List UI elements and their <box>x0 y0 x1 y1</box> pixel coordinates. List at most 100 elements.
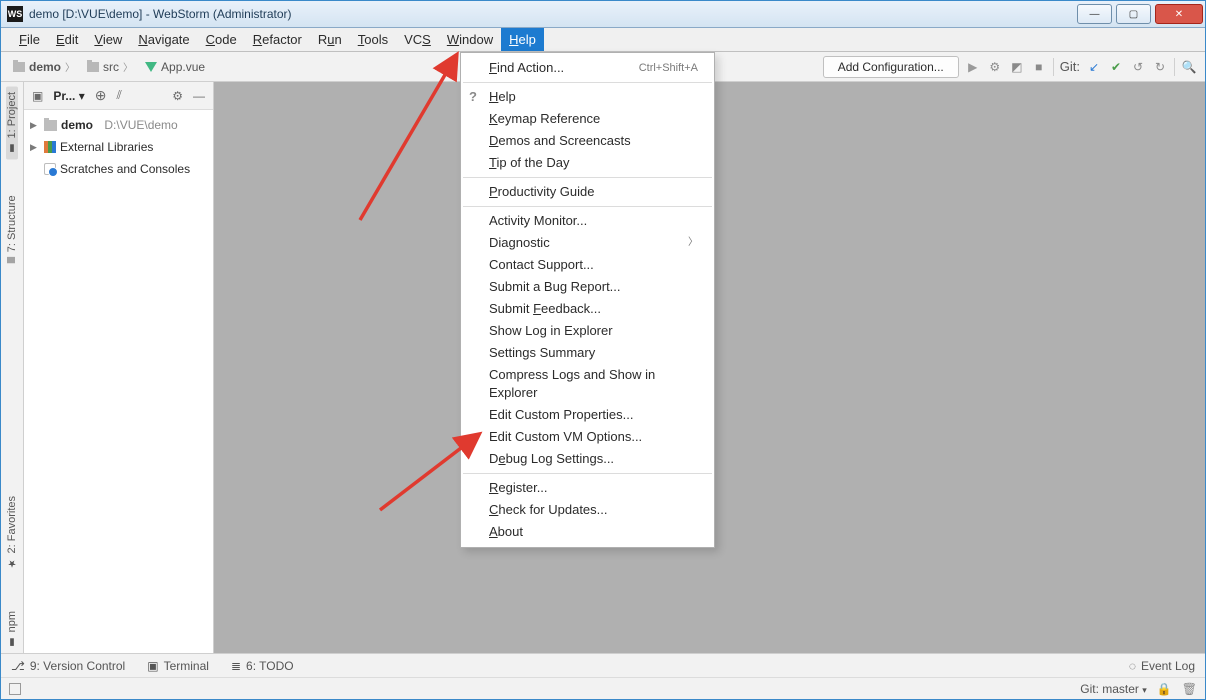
menu-tip-of-the-day[interactable]: Tip of the Day <box>461 152 714 174</box>
bottom-tool-stripe: ⎇ 9: Version Control ▣ Terminal ≣ 6: TOD… <box>1 653 1205 677</box>
tree-external-libraries[interactable]: ▶ External Libraries <box>26 136 211 158</box>
debug-button[interactable]: ⚙ <box>987 59 1003 75</box>
menu-code[interactable]: Code <box>198 28 245 51</box>
tool-tab-favorites[interactable]: ★ 2: Favorites <box>6 490 18 574</box>
target-icon[interactable] <box>95 87 107 104</box>
balloon-icon: ◌ <box>1129 659 1136 673</box>
help-dropdown: Find Action... Ctrl+Shift+A ? Help Keyma… <box>460 52 715 548</box>
folder-icon <box>44 120 57 131</box>
separator <box>463 473 712 474</box>
menu-edit[interactable]: Edit <box>48 28 86 51</box>
menu-submit-feedback[interactable]: Submit Feedback... <box>461 298 714 320</box>
structure-icon: ≣ <box>7 256 18 264</box>
tool-tab-event-log[interactable]: ◌ Event Log <box>1129 659 1195 673</box>
menu-refactor[interactable]: Refactor <box>245 28 310 51</box>
breadcrumb-appvue[interactable]: App.vue <box>141 58 209 76</box>
breadcrumb-src[interactable]: src〉 <box>83 57 137 76</box>
project-panel-header: ▣ Pr... ▾ — <box>24 82 213 110</box>
search-everywhere-button[interactable]: 🔍 <box>1181 59 1197 75</box>
chevron-right-icon: 〉 <box>688 234 698 252</box>
menu-check-updates[interactable]: Check for Updates... <box>461 499 714 521</box>
project-panel: ▣ Pr... ▾ — ▶ demo D:\VUE\demo ▶ E <box>24 82 214 653</box>
menubar: File Edit View Navigate Code Refactor Ru… <box>1 28 1205 52</box>
menu-compress-logs[interactable]: Compress Logs and Show in Explorer <box>461 364 714 404</box>
git-commit-button[interactable]: ✔ <box>1108 59 1124 75</box>
git-history-button[interactable]: ↺ <box>1130 59 1146 75</box>
menu-edit-custom-vm-options[interactable]: Edit Custom VM Options... <box>461 426 714 448</box>
separator <box>463 177 712 178</box>
menu-file[interactable]: File <box>11 28 48 51</box>
minimize-button[interactable]: — <box>1077 4 1112 24</box>
scratches-icon <box>44 163 56 175</box>
maximize-button[interactable]: ▢ <box>1116 4 1151 24</box>
menu-productivity-guide[interactable]: Productivity Guide <box>461 181 714 203</box>
menu-keymap-reference[interactable]: Keymap Reference <box>461 108 714 130</box>
menu-show-log[interactable]: Show Log in Explorer <box>461 320 714 342</box>
tool-tab-version-control[interactable]: ⎇ 9: Version Control <box>11 659 125 673</box>
menu-demos[interactable]: Demos and Screencasts <box>461 130 714 152</box>
separator <box>463 206 712 207</box>
menu-diagnostic[interactable]: Diagnostic〉 <box>461 232 714 254</box>
tool-tab-npm[interactable]: ▮ npm <box>6 605 18 653</box>
tool-windows-toggle[interactable] <box>9 683 21 695</box>
menu-view[interactable]: View <box>86 28 130 51</box>
tool-tab-structure[interactable]: ≣ 7: Structure <box>6 189 18 270</box>
menu-about[interactable]: About <box>461 521 714 543</box>
git-label: Git: <box>1060 59 1080 74</box>
tree-root[interactable]: ▶ demo D:\VUE\demo <box>26 114 211 136</box>
menu-help[interactable]: Help <box>501 28 544 51</box>
tool-tab-terminal[interactable]: ▣ Terminal <box>147 659 209 673</box>
status-git-branch[interactable]: Git: master ▾ <box>1080 682 1147 696</box>
menu-tools[interactable]: Tools <box>350 28 396 51</box>
run-coverage-button[interactable]: ◩ <box>1009 59 1025 75</box>
git-revert-button[interactable]: ↻ <box>1152 59 1168 75</box>
app-logo: WS <box>7 6 23 22</box>
menu-contact-support[interactable]: Contact Support... <box>461 254 714 276</box>
separator <box>1174 58 1175 76</box>
folder-icon <box>87 62 99 72</box>
project-tree: ▶ demo D:\VUE\demo ▶ External Libraries … <box>24 110 213 184</box>
left-tool-stripe: ▮ 1: Project ≣ 7: Structure ★ 2: Favorit… <box>1 82 24 653</box>
libraries-icon <box>44 141 56 153</box>
tool-tab-project[interactable]: ▮ 1: Project <box>6 86 18 159</box>
star-icon: ★ <box>7 558 18 569</box>
hide-button[interactable]: — <box>193 89 205 103</box>
npm-icon: ▮ <box>7 636 18 647</box>
folder-icon <box>13 62 25 72</box>
menu-find-action[interactable]: Find Action... Ctrl+Shift+A <box>461 57 714 79</box>
stop-button[interactable]: ■ <box>1031 59 1047 75</box>
run-button[interactable]: ▶ <box>965 59 981 75</box>
menu-register[interactable]: Register... <box>461 477 714 499</box>
close-button[interactable]: ✕ <box>1155 4 1203 24</box>
menu-submit-bug[interactable]: Submit a Bug Report... <box>461 276 714 298</box>
question-icon: ? <box>469 88 477 106</box>
menu-debug-log-settings[interactable]: Debug Log Settings... <box>461 448 714 470</box>
window-title: demo [D:\VUE\demo] - WebStorm (Administr… <box>29 7 1075 21</box>
menu-navigate[interactable]: Navigate <box>130 28 197 51</box>
gear-icon[interactable] <box>172 89 183 103</box>
statusbar: Git: master ▾ 🔒 🗑 <box>1 677 1205 699</box>
titlebar: WS demo [D:\VUE\demo] - WebStorm (Admini… <box>1 1 1205 28</box>
branch-icon: ⎇ <box>11 659 25 673</box>
menu-settings-summary[interactable]: Settings Summary <box>461 342 714 364</box>
folder-icon: ▮ <box>7 142 18 153</box>
expand-icon[interactable] <box>116 88 121 103</box>
trash-icon[interactable]: 🗑 <box>1182 682 1197 696</box>
menu-vcs[interactable]: VCS <box>396 28 439 51</box>
app-window: WS demo [D:\VUE\demo] - WebStorm (Admini… <box>0 0 1206 700</box>
menu-run[interactable]: Run <box>310 28 350 51</box>
menu-window[interactable]: Window <box>439 28 501 51</box>
add-configuration-button[interactable]: Add Configuration... <box>823 56 959 78</box>
lock-icon[interactable]: 🔒 <box>1157 682 1172 696</box>
tree-scratches[interactable]: Scratches and Consoles <box>26 158 211 180</box>
menu-activity-monitor[interactable]: Activity Monitor... <box>461 210 714 232</box>
folder-icon: ▣ <box>32 89 43 103</box>
vue-file-icon <box>145 62 157 72</box>
git-update-button[interactable]: ↙ <box>1086 59 1102 75</box>
panel-title[interactable]: Pr... ▾ <box>53 89 84 103</box>
menu-help-topics[interactable]: ? Help <box>461 86 714 108</box>
separator <box>1053 58 1054 76</box>
breadcrumb-demo[interactable]: demo〉 <box>9 57 79 76</box>
tool-tab-todo[interactable]: ≣ 6: TODO <box>231 659 294 673</box>
menu-edit-custom-properties[interactable]: Edit Custom Properties... <box>461 404 714 426</box>
